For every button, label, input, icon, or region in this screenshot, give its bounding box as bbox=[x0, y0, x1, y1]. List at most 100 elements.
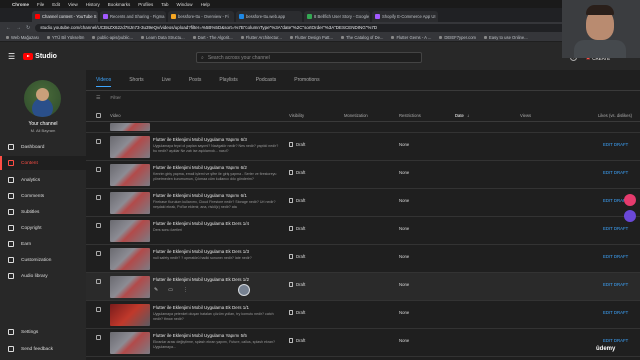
menu-icon[interactable]: ☰ bbox=[8, 52, 15, 61]
menu-chrome[interactable]: Chrome bbox=[12, 2, 29, 7]
bookmark-item[interactable]: Web Mağazası bbox=[6, 35, 39, 40]
bookmark-item[interactable]: Flutter Gems - A ... bbox=[391, 35, 431, 40]
studio-logo[interactable]: Studio bbox=[23, 52, 57, 60]
table-row[interactable]: Flutter ile Eklenjimi Mobil Uygulama Ek … bbox=[86, 217, 640, 245]
sidebar-item-audio-library[interactable]: Audio library bbox=[0, 269, 86, 283]
tab-posts[interactable]: Posts bbox=[189, 77, 202, 87]
browser-tab[interactable]: Channel content - YouTube S bbox=[32, 11, 98, 22]
sidebar-item-dashboard[interactable]: Dashboard bbox=[0, 140, 86, 154]
menu-bookmarks[interactable]: Bookmarks bbox=[108, 2, 131, 7]
bookmark-item[interactable]: DEIEF7yper.com bbox=[439, 35, 476, 40]
visibility-status[interactable]: Draft bbox=[289, 338, 305, 343]
browser-tab[interactable]: bessfore-ttu.web.app bbox=[236, 11, 302, 22]
column-likes[interactable]: Likes (vs. dislikes) bbox=[598, 113, 632, 118]
menu-edit[interactable]: Edit bbox=[52, 2, 60, 7]
filter-bar[interactable]: ☰ Filter bbox=[96, 96, 121, 101]
table-row[interactable]: Flutter ile Eklenjimi Mobil Uygulama Ek … bbox=[86, 245, 640, 273]
select-all-checkbox[interactable] bbox=[96, 113, 101, 118]
visibility-status[interactable]: Draft bbox=[289, 254, 305, 259]
table-row[interactable]: Flutter ile Eklenjimi Mobil Uygulama Ek … bbox=[86, 301, 640, 329]
sidebar-item-earn[interactable]: Earn bbox=[0, 237, 86, 251]
row-checkbox[interactable] bbox=[96, 195, 101, 200]
extension-bubble-icon[interactable] bbox=[624, 194, 636, 206]
bookmark-item[interactable]: Flutter Design Patt... bbox=[290, 35, 333, 40]
bookmark-item[interactable]: public-apis/public... bbox=[92, 35, 133, 40]
reload-icon[interactable]: ↻ bbox=[26, 25, 30, 31]
video-title[interactable]: Flutter ile Eklenjimi Mobil Uygulama Ek … bbox=[153, 277, 249, 282]
video-thumbnail[interactable] bbox=[110, 248, 150, 270]
edit-draft-button[interactable]: EDIT DRAFT bbox=[603, 338, 628, 343]
edit-draft-button[interactable]: EDIT DRAFT bbox=[603, 226, 628, 231]
row-checkbox[interactable] bbox=[96, 139, 101, 144]
sidebar-item-comments[interactable]: Comments bbox=[0, 189, 86, 203]
menu-file[interactable]: File bbox=[37, 2, 44, 7]
table-row[interactable]: Flutter ile Eklenjimi Mobil Uygulama Yap… bbox=[86, 161, 640, 189]
tab-playlists[interactable]: Playlists bbox=[219, 77, 237, 87]
video-title[interactable]: Flutter ile Eklenjimi Mobil Uygulama Yap… bbox=[153, 193, 247, 198]
extension-bubble-icon[interactable] bbox=[624, 210, 636, 222]
table-row[interactable]: Flutter ile Eklenjimi Mobil Uygulama Ek … bbox=[86, 273, 640, 301]
tab-live[interactable]: Live bbox=[162, 77, 171, 87]
video-thumbnail[interactable] bbox=[110, 332, 150, 354]
menu-window[interactable]: Window bbox=[177, 2, 193, 7]
column-restrictions[interactable]: Restrictions bbox=[399, 113, 421, 118]
sidebar-item-settings[interactable]: Settings bbox=[0, 325, 86, 339]
row-checkbox[interactable] bbox=[96, 335, 101, 340]
bookmark-item[interactable]: The Catalog of De... bbox=[341, 35, 383, 40]
menu-profiles[interactable]: Profiles bbox=[138, 2, 153, 7]
sidebar-item-subtitles[interactable]: Subtitles bbox=[0, 205, 86, 219]
column-visibility[interactable]: Visibility bbox=[289, 113, 304, 118]
video-title[interactable]: Flutter ile Eklenjimi Mobil Uygulama Yap… bbox=[153, 333, 247, 338]
column-monetization[interactable]: Monetization bbox=[344, 113, 368, 118]
youtube-link-icon[interactable]: ▭ bbox=[168, 287, 173, 293]
channel-avatar[interactable] bbox=[24, 80, 61, 117]
table-row[interactable]: Flutter ile Eklenjimi Mobil Uygulama Yap… bbox=[86, 189, 640, 217]
visibility-status[interactable]: Draft bbox=[289, 310, 305, 315]
sidebar-item-analytics[interactable]: Analytics bbox=[0, 173, 86, 187]
edit-draft-button[interactable]: EDIT DRAFT bbox=[603, 170, 628, 175]
sidebar-item-feedback[interactable]: Send feedback bbox=[0, 342, 86, 356]
row-checkbox[interactable] bbox=[96, 279, 101, 284]
bookmark-item[interactable]: Learn Data Structu... bbox=[141, 35, 185, 40]
column-date[interactable]: Date bbox=[455, 113, 464, 118]
menu-help[interactable]: Help bbox=[201, 2, 210, 7]
menu-history[interactable]: History bbox=[86, 2, 100, 7]
bookmark-item[interactable]: YTÜ Bil Yükseltm bbox=[47, 35, 85, 40]
browser-tab[interactable]: 8 Bellfich User Story - Google bbox=[304, 11, 370, 22]
forward-icon[interactable]: → bbox=[16, 25, 21, 31]
browser-tab[interactable]: Shopify E-Commerce App UI bbox=[372, 11, 438, 22]
edit-draft-button[interactable]: EDIT DRAFT bbox=[603, 282, 628, 287]
sidebar-item-customization[interactable]: Customization bbox=[0, 253, 86, 267]
visibility-status[interactable]: Draft bbox=[289, 142, 305, 147]
video-thumbnail[interactable] bbox=[110, 164, 150, 186]
back-icon[interactable]: ← bbox=[6, 25, 11, 31]
row-checkbox[interactable] bbox=[96, 307, 101, 312]
edit-draft-button[interactable]: EDIT DRAFT bbox=[603, 254, 628, 259]
channel-search-input[interactable]: ⌕ Search across your channel bbox=[196, 52, 422, 63]
table-row[interactable]: Flutter ile Eklenjimi Mobil Uygulama Yap… bbox=[86, 329, 640, 357]
pencil-icon[interactable]: ✎ bbox=[154, 287, 158, 293]
browser-tab[interactable]: bessfore-ttu - Overview - Fi bbox=[168, 11, 234, 22]
video-title[interactable]: Flutter ile Eklenjimi Mobil Uygulama Ek … bbox=[153, 305, 249, 310]
video-title[interactable]: Flutter ile Eklenjimi Mobil Uygulama Yap… bbox=[153, 165, 247, 170]
table-row[interactable] bbox=[86, 123, 640, 133]
bookmark-item[interactable]: Easy to use Online... bbox=[484, 35, 528, 40]
row-checkbox[interactable] bbox=[96, 251, 101, 256]
bookmark-item[interactable]: Flutter Architectur... bbox=[241, 35, 282, 40]
sidebar-item-content[interactable]: Content bbox=[0, 156, 86, 170]
video-thumbnail[interactable] bbox=[110, 220, 150, 242]
visibility-status[interactable]: Draft bbox=[289, 226, 305, 231]
video-thumbnail[interactable] bbox=[110, 304, 150, 326]
menu-view[interactable]: View bbox=[68, 2, 78, 7]
browser-tab[interactable]: Recents and Sharing - Figma bbox=[100, 11, 166, 22]
edit-draft-button[interactable]: EDIT DRAFT bbox=[603, 310, 628, 315]
tab-videos[interactable]: Videos bbox=[96, 77, 112, 87]
url-field[interactable]: studio.youtube.com/channel/UCBsZX62zd78J… bbox=[35, 23, 634, 32]
edit-draft-button[interactable]: EDIT DRAFT bbox=[603, 142, 628, 147]
tab-shorts[interactable]: Shorts bbox=[129, 77, 143, 87]
video-thumbnail[interactable] bbox=[110, 192, 150, 214]
row-checkbox[interactable] bbox=[96, 167, 101, 172]
video-thumbnail[interactable] bbox=[110, 276, 150, 298]
video-title[interactable]: Flutter ile Eklenjimi Mobil Uygulama Yap… bbox=[153, 137, 247, 142]
visibility-status[interactable]: Draft bbox=[289, 198, 305, 203]
